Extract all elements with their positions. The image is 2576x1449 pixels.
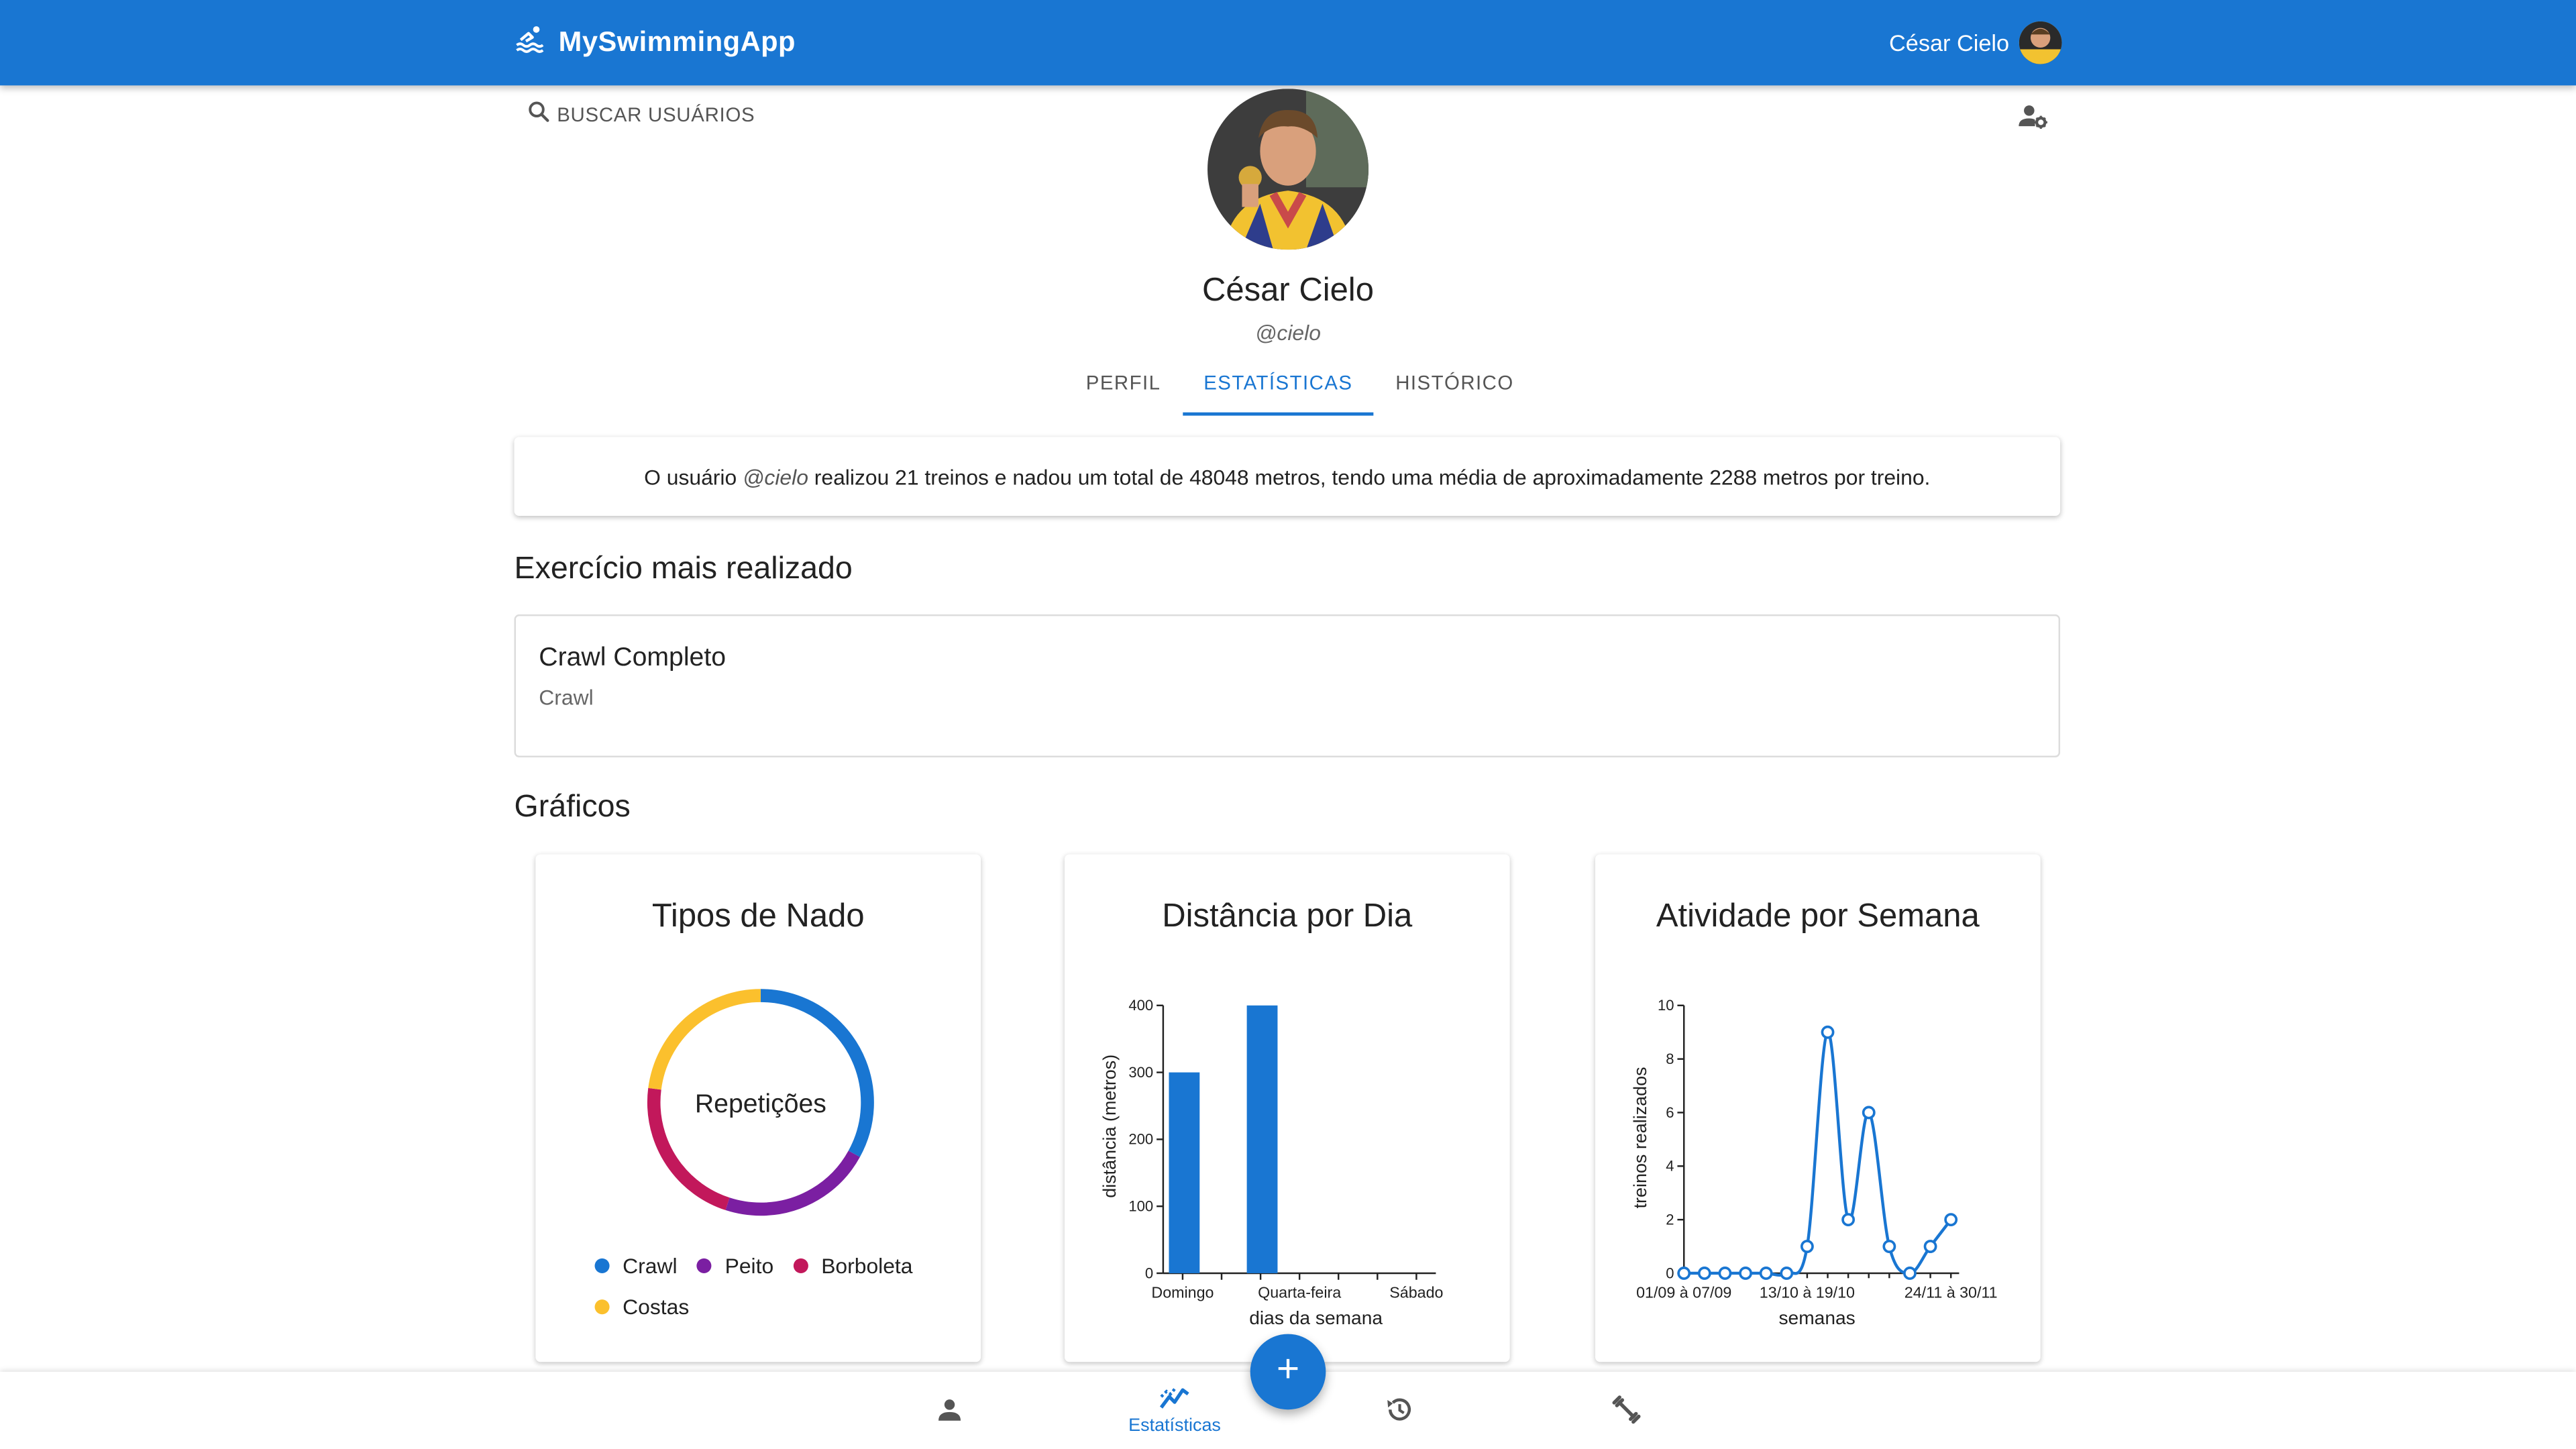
data-point bbox=[1821, 1025, 1835, 1039]
y-tick-label: 6 bbox=[1666, 1104, 1674, 1121]
tab-historico[interactable]: HISTÓRICO bbox=[1374, 358, 1535, 414]
x-tick-label: Sábado bbox=[1389, 1284, 1443, 1301]
stats-icon bbox=[1159, 1383, 1191, 1421]
x-axis-label: semanas bbox=[1778, 1307, 1855, 1328]
data-point bbox=[1759, 1267, 1773, 1280]
user-menu[interactable]: César Cielo bbox=[1889, 21, 2062, 64]
most-exercise-card: Crawl Completo Crawl bbox=[514, 614, 2061, 757]
line-chart: 0 2 4 6 8 10 01/09 à 07/09 13/10 à 19/10 24/11 à… bbox=[1630, 997, 1998, 1328]
manage-account-icon bbox=[2017, 105, 2049, 138]
search-users-label: BUSCAR USUÁRIOS bbox=[557, 103, 755, 126]
legend-item[interactable]: Crawl bbox=[594, 1253, 678, 1279]
x-axis-label: dias da semana bbox=[1249, 1307, 1383, 1328]
tab-estatisticas[interactable]: ESTATÍSTICAS bbox=[1182, 358, 1375, 416]
history-icon bbox=[1383, 1393, 1416, 1434]
data-point bbox=[1739, 1267, 1752, 1280]
y-tick-label: 0 bbox=[1145, 1265, 1153, 1281]
summary-text: realizou 21 treinos e nadou um total de … bbox=[814, 464, 1931, 489]
bar-chart: 0 100 200 300 400 Domingo Quarta-feira Sábado di… bbox=[1099, 997, 1444, 1328]
data-point bbox=[1677, 1267, 1691, 1280]
brand[interactable]: MySwimmingApp bbox=[515, 23, 796, 62]
nav-statistics[interactable]: Estatísticas bbox=[1109, 1372, 1240, 1449]
legend-label: Borboleta bbox=[821, 1253, 913, 1279]
y-tick-label: 0 bbox=[1666, 1265, 1674, 1281]
series-line bbox=[1684, 1030, 1952, 1277]
bar bbox=[1246, 1005, 1278, 1273]
app-title: MySwimmingApp bbox=[558, 26, 796, 58]
chart-legend: Crawl Peito Borboleta Costas bbox=[594, 1253, 957, 1336]
manage-account-button[interactable] bbox=[2017, 100, 2049, 140]
y-tick-label: 2 bbox=[1666, 1211, 1674, 1228]
user-name: César Cielo bbox=[1889, 30, 2010, 56]
swim-types-chart-card: Tipos de Nado Repetições Crawl Peito Borbo… bbox=[535, 854, 981, 1362]
x-tick-label: Quarta-feira bbox=[1258, 1284, 1341, 1301]
profile-name: César Cielo bbox=[1202, 272, 1374, 309]
data-point bbox=[1944, 1213, 1958, 1227]
summary-handle: @cielo bbox=[743, 464, 808, 489]
charts-heading: Gráficos bbox=[514, 790, 631, 825]
activity-per-week-chart-card: Atividade por Semana 0 2 4 6 8 10 01/09 à 07/0… bbox=[1595, 854, 2041, 1362]
search-users-button[interactable]: BUSCAR USUÁRIOS bbox=[526, 99, 755, 130]
data-point bbox=[1882, 1240, 1896, 1253]
legend-label: Crawl bbox=[623, 1253, 678, 1279]
nav-statistics-label: Estatísticas bbox=[1128, 1416, 1221, 1436]
profile-tabs: PERFIL ESTATÍSTICAS HISTÓRICO bbox=[1065, 358, 1536, 416]
nav-profile[interactable] bbox=[884, 1372, 1016, 1449]
y-tick-label: 10 bbox=[1658, 997, 1674, 1014]
x-tick-label: 24/11 à 30/11 bbox=[1904, 1284, 1998, 1301]
data-point bbox=[1903, 1267, 1917, 1280]
y-tick-label: 400 bbox=[1128, 997, 1153, 1014]
search-icon bbox=[526, 99, 552, 130]
legend-item[interactable]: Borboleta bbox=[793, 1253, 913, 1279]
bar bbox=[1169, 1072, 1200, 1273]
donut-chart: Repetições bbox=[647, 989, 874, 1216]
y-tick-label: 300 bbox=[1128, 1064, 1153, 1081]
legend-dot bbox=[594, 1299, 610, 1315]
tab-perfil[interactable]: PERFIL bbox=[1065, 358, 1182, 414]
legend-label: Costas bbox=[623, 1294, 690, 1320]
y-tick-label: 100 bbox=[1128, 1198, 1153, 1215]
legend-item[interactable]: Costas bbox=[594, 1294, 690, 1320]
data-point bbox=[1800, 1240, 1814, 1253]
legend-item[interactable]: Peito bbox=[696, 1253, 774, 1279]
legend-dot bbox=[696, 1258, 712, 1273]
legend-dot bbox=[594, 1258, 610, 1273]
x-tick-label: 13/10 à 19/10 bbox=[1760, 1284, 1855, 1301]
data-point bbox=[1718, 1267, 1732, 1280]
profile-handle: @cielo bbox=[1255, 320, 1321, 345]
donut-center-label: Repetições bbox=[695, 1089, 826, 1118]
y-axis-label: treinos realizados bbox=[1630, 1067, 1650, 1208]
data-point bbox=[1862, 1106, 1876, 1120]
legend-dot bbox=[793, 1258, 808, 1273]
summary-prefix: O usuário bbox=[644, 464, 737, 489]
most-exercise-heading: Exercício mais realizado bbox=[514, 551, 853, 587]
app-bar: MySwimmingApp César Cielo bbox=[0, 0, 2576, 86]
x-tick-label: 01/09 à 07/09 bbox=[1636, 1284, 1731, 1301]
fitness-icon bbox=[1610, 1393, 1643, 1434]
x-tick-label: Domingo bbox=[1151, 1284, 1214, 1301]
exercise-type: Crawl bbox=[539, 685, 594, 710]
distance-per-day-chart-card: Distância por Dia 0 100 200 300 400 Domingo Qu… bbox=[1064, 854, 1510, 1362]
y-axis-label: distância (metros) bbox=[1099, 1055, 1120, 1198]
nav-workouts[interactable] bbox=[1559, 1372, 1690, 1449]
swimming-icon bbox=[515, 23, 546, 62]
add-workout-button[interactable]: + bbox=[1250, 1334, 1326, 1410]
data-point bbox=[1923, 1240, 1937, 1253]
avatar[interactable] bbox=[2019, 21, 2062, 64]
stats-summary: O usuário @cielo realizou 21 treinos e n… bbox=[514, 437, 2061, 516]
profile-avatar bbox=[1208, 89, 1369, 250]
data-point bbox=[1697, 1267, 1711, 1280]
legend-label: Peito bbox=[724, 1253, 774, 1279]
y-tick-label: 8 bbox=[1666, 1051, 1674, 1067]
data-point bbox=[1780, 1267, 1794, 1280]
y-tick-label: 4 bbox=[1666, 1158, 1674, 1175]
nav-history[interactable] bbox=[1334, 1372, 1466, 1449]
y-tick-label: 200 bbox=[1128, 1131, 1153, 1148]
exercise-name: Crawl Completo bbox=[539, 644, 726, 672]
person-icon bbox=[934, 1395, 964, 1432]
data-point bbox=[1841, 1213, 1856, 1227]
